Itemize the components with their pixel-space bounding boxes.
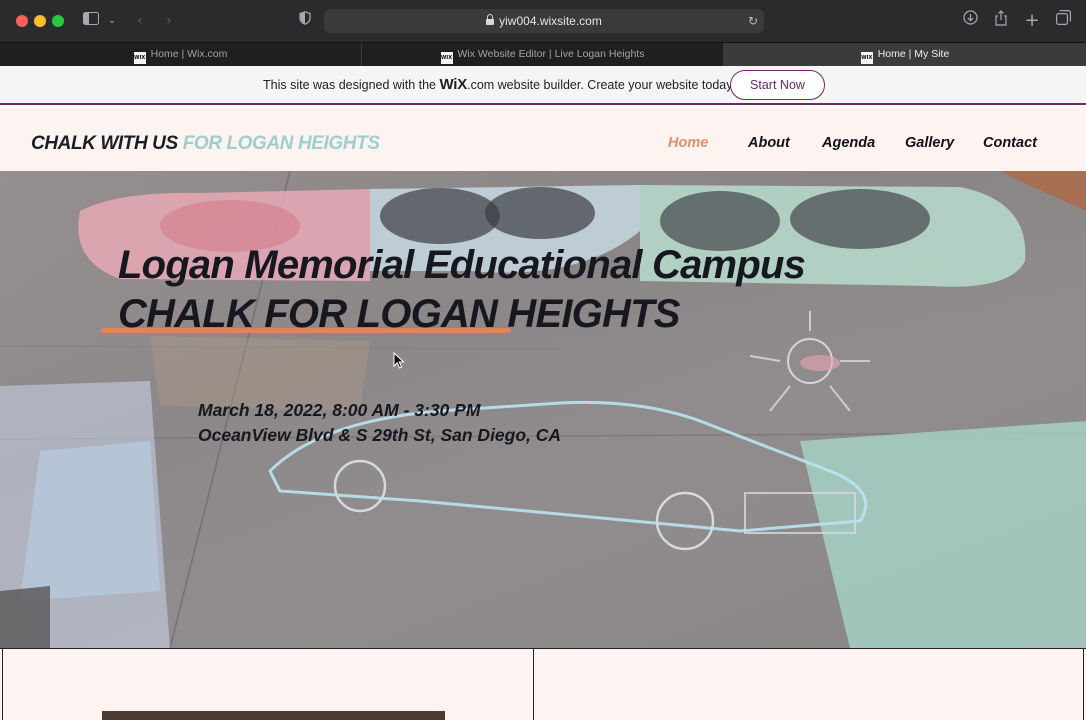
left-panel	[2, 649, 534, 720]
hero-section: Logan Memorial Educational Campus CHALK …	[0, 171, 1086, 648]
url-text: yiw004.wixsite.com	[499, 14, 602, 28]
site-header: CHALK WITH US FOR LOGAN HEIGHTS Home Abo…	[0, 107, 1086, 171]
nav-contact[interactable]: Contact	[983, 107, 1037, 179]
content-section	[0, 648, 1086, 720]
forward-icon[interactable]: ›	[162, 10, 176, 32]
tab-title: Wix Website Editor | Live Logan Heights	[457, 48, 645, 60]
gallery-image[interactable]	[102, 711, 445, 720]
lock-icon	[486, 14, 495, 25]
shield-icon[interactable]	[298, 10, 312, 32]
logo-part-1: CHALK WITH US	[31, 133, 178, 154]
download-icon[interactable]	[962, 10, 978, 32]
logo-part-2: FOR LOGAN HEIGHTS	[182, 133, 380, 154]
right-panel	[535, 649, 1084, 720]
reload-icon[interactable]: ↻	[748, 9, 758, 33]
mouse-cursor-icon	[393, 352, 405, 369]
sidebar-icon[interactable]	[82, 10, 100, 32]
event-location: OceanView Blvd & S 29th St, San Diego, C…	[198, 425, 562, 445]
wix-banner: This site was designed with the WiX.com …	[0, 66, 1086, 105]
zoom-window-button[interactable]	[52, 15, 64, 27]
tab-title: Home | My Site	[877, 48, 950, 60]
browser-toolbar: ⌄ ‹ › yiw004.wixsite.com ↻ +	[0, 0, 1086, 42]
wix-favicon-icon: WIX	[860, 52, 873, 64]
nav-home[interactable]: Home	[668, 107, 708, 179]
hero-title-line-1: Logan Memorial Educational Campus	[118, 243, 806, 287]
banner-text-after: .com website builder. Create your websit…	[467, 78, 736, 92]
banner-text-before: This site was designed with the	[263, 78, 440, 92]
wix-favicon-icon: WIX	[440, 52, 453, 64]
tab-home-wix[interactable]: WIX Home | Wix.com	[0, 43, 362, 67]
tab-overview-icon[interactable]	[1055, 10, 1071, 32]
banner-text: This site was designed with the WiX.com …	[263, 66, 735, 104]
wix-favicon-icon: WIX	[133, 52, 146, 64]
minimize-window-button[interactable]	[34, 15, 46, 27]
nav-agenda[interactable]: Agenda	[822, 107, 875, 179]
start-now-button[interactable]: Start Now	[730, 70, 825, 100]
address-bar[interactable]: yiw004.wixsite.com ↻	[324, 9, 764, 33]
close-window-button[interactable]	[16, 15, 28, 27]
back-icon[interactable]: ‹	[133, 10, 147, 32]
tab-bar: WIX Home | Wix.com WIX Wix Website Editor …	[0, 42, 1086, 67]
share-icon[interactable]	[993, 10, 1009, 32]
new-tab-icon[interactable]: +	[1024, 10, 1040, 32]
wix-logo: WiX	[439, 76, 468, 93]
event-date: March 18, 2022, 8:00 AM - 3:30 PM	[198, 400, 481, 420]
tab-my-site[interactable]: WIX Home | My Site	[724, 43, 1086, 67]
tab-wix-editor[interactable]: WIX Wix Website Editor | Live Logan Heigh…	[362, 43, 724, 67]
nav-gallery[interactable]: Gallery	[905, 107, 954, 179]
chevron-down-icon[interactable]: ⌄	[106, 10, 118, 32]
nav-about[interactable]: About	[748, 107, 790, 179]
tab-title: Home | Wix.com	[150, 48, 228, 60]
site-logo[interactable]: CHALK WITH US FOR LOGAN HEIGHTS	[31, 107, 380, 181]
hero-title-line-2: CHALK FOR LOGAN HEIGHTS	[118, 292, 680, 336]
